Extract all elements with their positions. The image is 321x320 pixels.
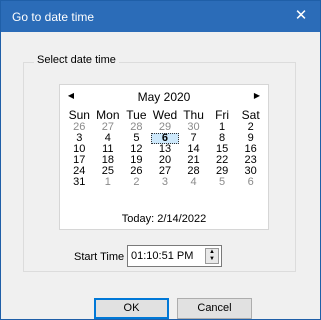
spinner-down-icon[interactable]: ▼ — [206, 256, 218, 263]
next-month-icon[interactable]: ▶ — [249, 88, 265, 104]
month-year-label[interactable]: May 2020 — [60, 90, 268, 104]
start-time-value[interactable]: 01:10:51 PM — [131, 250, 193, 262]
window-title: Go to date time — [12, 10, 95, 24]
start-time-picker[interactable]: 01:10:51 PM ▲ ▼ — [127, 245, 222, 267]
calendar-day[interactable]: 31 — [65, 177, 94, 188]
today-link[interactable]: Today: 2/14/2022 — [60, 213, 268, 225]
time-spinner[interactable]: ▲ ▼ — [205, 248, 219, 264]
start-time-label: Start Time — [74, 251, 125, 263]
group-label: Select date time — [34, 54, 119, 66]
cancel-button[interactable]: Cancel — [177, 298, 252, 319]
go-to-date-time-dialog: Go to date time ✕ Select date time ◀ May… — [0, 0, 321, 320]
month-calendar[interactable]: ◀ May 2020 ▶ Sun Mon Tue Wed Thu Fri Sat 26 27 28… — [59, 84, 269, 230]
calendar-week-row: 31 1 2 3 4 5 6 — [65, 177, 265, 188]
ok-button[interactable]: OK — [94, 298, 169, 319]
title-bar[interactable]: Go to date time ✕ — [1, 1, 320, 32]
calendar-day[interactable]: 1 — [94, 177, 123, 188]
close-icon[interactable]: ✕ — [286, 4, 316, 28]
spinner-up-icon[interactable]: ▲ — [206, 249, 218, 256]
calendar-day[interactable]: 3 — [151, 177, 180, 188]
calendar-day[interactable]: 4 — [179, 177, 208, 188]
calendar-day[interactable]: 5 — [208, 177, 237, 188]
calendar-day[interactable]: 2 — [122, 177, 151, 188]
calendar-grid: Sun Mon Tue Wed Thu Fri Sat 26 27 28 29 30 1 2 3 4 5 6 7 8 9… — [65, 109, 265, 188]
calendar-day[interactable]: 6 — [236, 177, 265, 188]
